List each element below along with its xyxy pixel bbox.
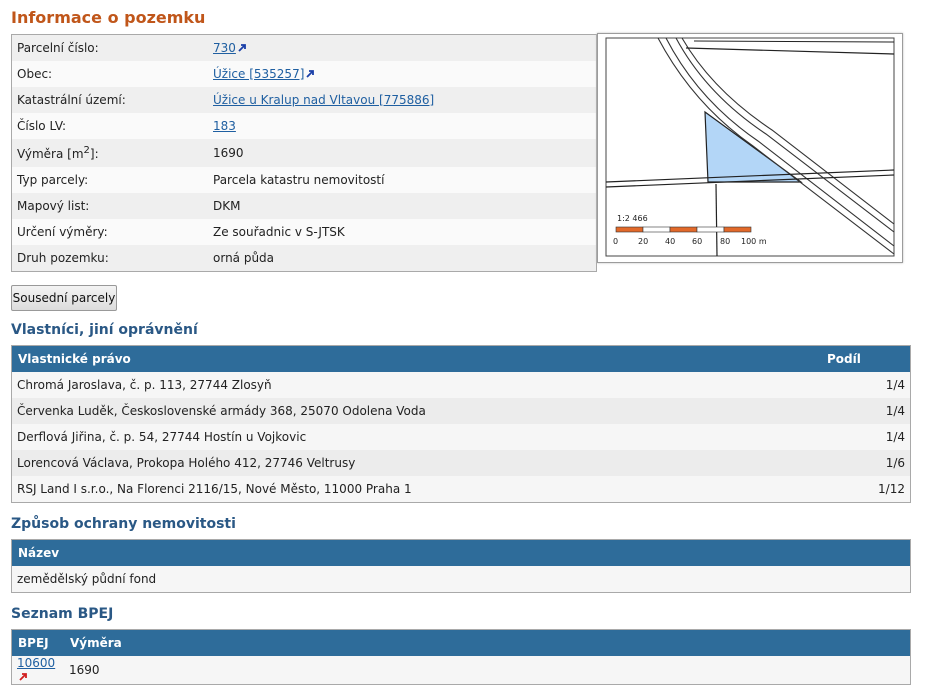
column-header-share: Podíl xyxy=(821,345,911,372)
column-header-owner: Vlastnické právo xyxy=(11,345,821,372)
column-header-area: Výměra xyxy=(64,629,911,656)
info-row-area-determination: Určení výměry: Ze souřadnic v S-JTSK xyxy=(12,219,596,245)
protection-name: zemědělský půdní fond xyxy=(11,566,911,593)
column-header-bpej: BPEJ xyxy=(11,629,64,656)
owner-share: 1/4 xyxy=(821,372,911,398)
info-label: Katastrální území: xyxy=(17,93,126,107)
table-row: 10600 1690 xyxy=(11,656,911,685)
info-row-parcel-type: Typ parcely: Parcela katastru nemovitost… xyxy=(12,167,596,193)
scale-tick-label: 20 xyxy=(638,237,649,246)
table-row: Chromá Jaroslava, č. p. 113, 27744 Zlosy… xyxy=(11,372,911,398)
owner-share: 1/12 xyxy=(821,476,911,503)
owner-share: 1/4 xyxy=(821,398,911,424)
table-row: RSJ Land I s.r.o., Na Florenci 2116/15, … xyxy=(11,476,911,503)
info-label: Obec: xyxy=(17,67,53,81)
info-value: orná půda xyxy=(213,251,275,265)
parcel-number-link[interactable]: 730 xyxy=(213,41,236,55)
scale-tick-label: 100 m xyxy=(741,237,767,246)
scale-segment xyxy=(696,226,725,233)
info-label: Číslo LV: xyxy=(17,119,67,133)
info-value: 1690 xyxy=(213,146,244,160)
parcel-info-table: Parcelní číslo: 730 Obec: Úžice [535257]… xyxy=(11,34,597,272)
scale-tick-label: 40 xyxy=(665,237,676,246)
info-label: Určení výměry: xyxy=(17,225,108,239)
info-value: DKM xyxy=(213,199,241,213)
scale-tick-label: 80 xyxy=(720,237,731,246)
table-row: Lorencová Václava, Prokopa Holého 412, 2… xyxy=(11,450,911,476)
info-row-municipality: Obec: Úžice [535257] xyxy=(12,61,596,87)
municipality-link[interactable]: Úžice [535257] xyxy=(213,67,304,81)
owners-heading: Vlastníci, jiní oprávnění xyxy=(11,322,198,338)
table-row: zemědělský půdní fond xyxy=(11,566,911,593)
map-drawing xyxy=(605,37,895,257)
scale-segment xyxy=(723,226,752,233)
external-link-icon xyxy=(19,673,27,681)
table-row: Derflová Jiřina, č. p. 54, 27744 Hostín … xyxy=(11,424,911,450)
scale-segment xyxy=(615,226,644,233)
lv-number-link[interactable]: 183 xyxy=(213,119,236,133)
bpej-code-link[interactable]: 10600 xyxy=(17,656,55,670)
info-row-map-sheet: Mapový list: DKM xyxy=(12,193,596,219)
info-label: Typ parcely: xyxy=(17,173,89,187)
info-row-lv-number: Číslo LV: 183 xyxy=(12,113,596,139)
owners-table: Vlastnické právo Podíl Chromá Jaroslava,… xyxy=(11,345,911,503)
info-row-cadastral-area: Katastrální území: Úžice u Kralup nad Vl… xyxy=(12,87,596,113)
info-value: Parcela katastru nemovitostí xyxy=(213,173,385,187)
scale-segment xyxy=(669,226,698,233)
info-row-parcel-number: Parcelní číslo: 730 xyxy=(12,35,596,61)
table-row: Červenka Luděk, Československé armády 36… xyxy=(11,398,911,424)
owner-name: RSJ Land I s.r.o., Na Florenci 2116/15, … xyxy=(11,476,821,503)
info-label: Druh pozemku: xyxy=(17,251,109,265)
scale-tick-label: 60 xyxy=(692,237,703,246)
external-link-icon xyxy=(306,70,315,78)
scale-bar xyxy=(615,226,752,233)
page-title: Informace o pozemku xyxy=(11,8,206,27)
owner-name: Červenka Luděk, Československé armády 36… xyxy=(11,398,821,424)
info-row-area: Výměra [m2]: 1690 xyxy=(12,139,596,167)
owner-name: Chromá Jaroslava, č. p. 113, 27744 Zlosy… xyxy=(11,372,821,398)
owner-share: 1/4 xyxy=(821,424,911,450)
info-label: Parcelní číslo: xyxy=(17,41,99,55)
protection-heading: Způsob ochrany nemovitosti xyxy=(11,516,236,532)
cadastral-area-link[interactable]: Úžice u Kralup nad Vltavou [775886] xyxy=(213,93,434,107)
bpej-heading: Seznam BPEJ xyxy=(11,606,114,622)
info-row-land-type: Druh pozemku: orná půda xyxy=(12,245,596,271)
column-header-name: Název xyxy=(11,539,911,566)
bpej-area: 1690 xyxy=(64,656,911,685)
info-label: Mapový list: xyxy=(17,199,90,213)
owner-name: Derflová Jiřina, č. p. 54, 27744 Hostín … xyxy=(11,424,821,450)
neighbor-parcels-button[interactable]: Sousední parcely xyxy=(11,285,117,311)
info-value: Ze souřadnic v S-JTSK xyxy=(213,225,345,239)
map-scale-label: 1:2 466 xyxy=(617,214,648,223)
owner-name: Lorencová Václava, Prokopa Holého 412, 2… xyxy=(11,450,821,476)
scale-segment xyxy=(642,226,671,233)
protection-table: Název zemědělský půdní fond xyxy=(11,539,911,593)
scale-tick-label: 0 xyxy=(613,237,619,246)
owner-share: 1/6 xyxy=(821,450,911,476)
info-label-area: Výměra [m2]: xyxy=(17,145,99,161)
parcel-map[interactable]: 1:2 466 0 20 40 60 80 100 m xyxy=(597,33,903,263)
bpej-table: BPEJ Výměra 10600 1690 xyxy=(11,629,911,685)
external-link-icon xyxy=(238,44,246,52)
